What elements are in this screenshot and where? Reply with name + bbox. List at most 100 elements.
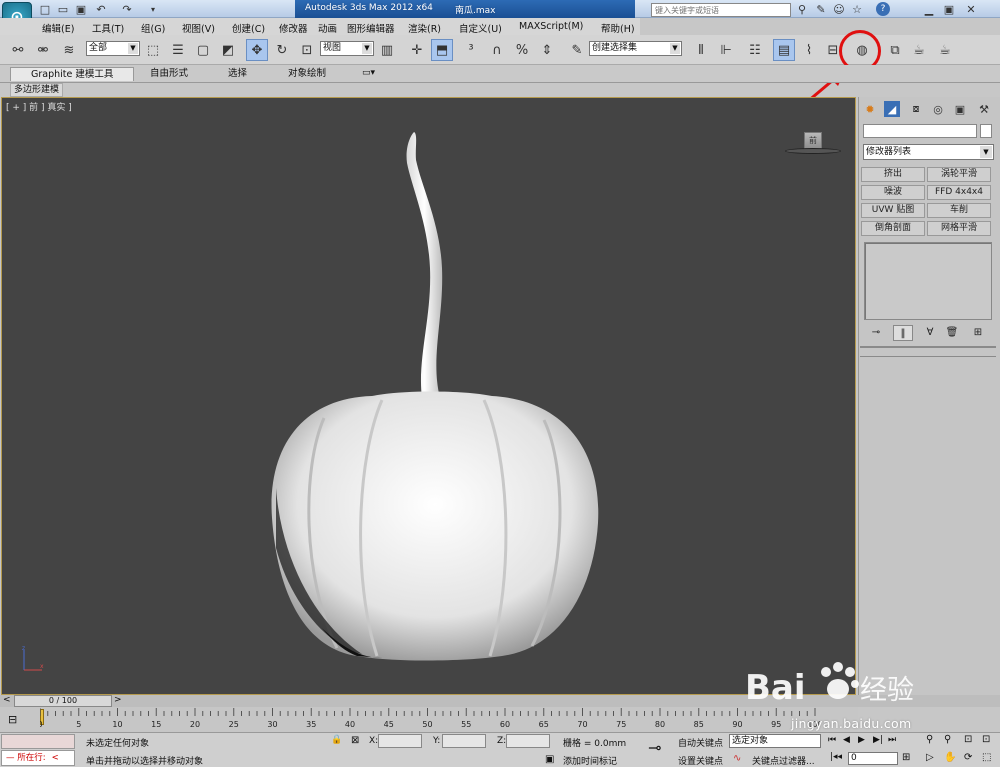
viewport-label[interactable]: [ + ] 前 ] 真实 ]: [6, 100, 72, 113]
new-file-icon[interactable]: □: [38, 2, 52, 16]
menu-maxscript[interactable]: MAXScript(M): [519, 21, 583, 32]
tab-graphite-modeling[interactable]: Graphite 建模工具: [10, 67, 134, 81]
current-frame-field[interactable]: 0: [848, 752, 898, 765]
edit-named-selection-icon[interactable]: ✎: [566, 39, 588, 61]
zoom-extents-all-icon[interactable]: ⊡: [982, 734, 990, 745]
named-selection-dropdown[interactable]: 创建选择集 ▼: [589, 41, 682, 56]
time-config-icon[interactable]: ⊞: [902, 752, 910, 763]
hierarchy-tab-icon[interactable]: ⧇: [908, 101, 924, 117]
polygon-modeling-label[interactable]: 多边形建模: [10, 83, 64, 97]
show-end-result-icon[interactable]: ‖: [893, 325, 913, 341]
undo-icon[interactable]: ↶: [94, 2, 108, 16]
open-file-icon[interactable]: ▭: [56, 2, 70, 16]
menu-create[interactable]: 创建(C): [232, 21, 265, 35]
pivot-point-icon[interactable]: ▥: [376, 39, 398, 61]
remove-modifier-icon[interactable]: 🗑: [942, 325, 962, 341]
mirror-icon[interactable]: ⫴: [690, 39, 712, 61]
zoom-extents-icon[interactable]: ⊡: [964, 734, 972, 745]
display-tab-icon[interactable]: ▣: [952, 101, 968, 117]
zoom-all-icon[interactable]: ⚲: [944, 734, 951, 745]
viewcube-ring[interactable]: [785, 148, 841, 154]
tab-freeform[interactable]: 自由形式: [146, 67, 192, 81]
tab-object-paint[interactable]: 对象绘制: [284, 67, 330, 81]
modifier-lathe-button[interactable]: 车削: [927, 203, 991, 218]
maxscript-listener[interactable]: [1, 734, 75, 749]
absolute-mode-icon[interactable]: ⊠: [351, 735, 359, 746]
ribbon-options-icon[interactable]: ▭▾: [362, 68, 375, 78]
play-icon[interactable]: ▶: [858, 735, 865, 745]
modifier-turbosmooth-button[interactable]: 涡轮平滑: [927, 167, 991, 182]
tab-selection[interactable]: 选择: [224, 67, 251, 81]
set-key-button[interactable]: 设置关键点: [678, 754, 723, 767]
help-icon[interactable]: ?: [876, 2, 890, 16]
select-and-move-icon[interactable]: ✥: [246, 39, 268, 61]
next-frame-icon[interactable]: ▶|: [873, 735, 883, 745]
select-by-name-icon[interactable]: ☰: [167, 39, 189, 61]
select-object-icon[interactable]: ⬚: [142, 39, 164, 61]
rectangular-selection-icon[interactable]: ▢: [192, 39, 214, 61]
menu-graph-editors[interactable]: 图形编辑器: [347, 21, 395, 35]
orbit-icon[interactable]: ⟳: [964, 752, 972, 763]
key-icon[interactable]: ⊸: [648, 738, 661, 757]
selection-filter-dropdown[interactable]: 全部 ▼: [86, 41, 140, 56]
restore-icon[interactable]: ▣: [942, 2, 956, 16]
object-color-swatch[interactable]: [980, 124, 992, 138]
menu-modifiers[interactable]: 修改器: [279, 21, 308, 35]
pan-icon[interactable]: ✋: [944, 752, 956, 763]
modifier-extrude-button[interactable]: 挤出: [861, 167, 925, 182]
select-and-rotate-icon[interactable]: ↻: [271, 39, 293, 61]
utilities-tab-icon[interactable]: ⚒: [976, 101, 992, 117]
render-setup-icon[interactable]: ⧉: [884, 39, 906, 61]
key-mode-icon[interactable]: ∿: [733, 753, 741, 764]
wrench-icon[interactable]: ✎: [814, 2, 828, 16]
render-production-icon[interactable]: ☕: [934, 39, 956, 61]
redo-icon[interactable]: ↷: [120, 2, 134, 16]
quick-access-dropdown-icon[interactable]: ▾: [146, 2, 160, 16]
menu-animation[interactable]: 动画: [318, 21, 337, 35]
modify-tab-icon[interactable]: ◢: [884, 101, 900, 117]
go-to-end-icon[interactable]: ⏭: [888, 735, 896, 745]
menu-edit[interactable]: 编辑(E): [42, 21, 74, 35]
add-time-tag[interactable]: 添加时间标记: [563, 754, 617, 767]
select-and-scale-icon[interactable]: ⊡: [296, 39, 318, 61]
spinner-snap-icon[interactable]: ⇕: [536, 39, 558, 61]
maximize-viewport-icon[interactable]: ⬚: [982, 752, 991, 763]
track-bar-filter-icon[interactable]: ⊟: [8, 713, 17, 726]
menu-tools[interactable]: 工具(T): [92, 21, 124, 35]
time-slider-prev-icon[interactable]: <: [3, 695, 11, 705]
search-field[interactable]: [652, 4, 790, 16]
snaps-toggle-icon[interactable]: ³: [460, 39, 482, 61]
align-icon[interactable]: ⊩: [715, 39, 737, 61]
auto-key-button[interactable]: 自动关键点: [678, 736, 723, 749]
manipulate-icon[interactable]: ✛: [406, 39, 428, 61]
time-tag-icon[interactable]: ▣: [545, 754, 554, 765]
viewcube-front-face[interactable]: 前: [804, 132, 822, 149]
go-to-start-icon[interactable]: ⏮: [828, 735, 836, 745]
maxscript-mini-listener[interactable]: — 所在行: <: [1, 750, 75, 766]
object-name-field[interactable]: [863, 124, 977, 138]
keyboard-shortcut-override-icon[interactable]: ⬒: [431, 39, 453, 61]
pin-stack-icon[interactable]: ⊸: [866, 325, 886, 341]
modifier-ffd-button[interactable]: FFD 4x4x4: [927, 185, 991, 200]
modifier-meshsmooth-button[interactable]: 网格平滑: [927, 221, 991, 236]
create-tab-icon[interactable]: ✹: [862, 101, 878, 117]
modifier-bevel-profile-button[interactable]: 倒角剖面: [861, 221, 925, 236]
z-coordinate-field[interactable]: [506, 734, 550, 748]
track-bar[interactable]: ⊟ 05101520253035404550556065707580859095…: [0, 707, 858, 732]
menu-help[interactable]: 帮助(H): [601, 21, 635, 35]
angle-snap-icon[interactable]: ∩: [486, 39, 508, 61]
prev-frame-icon[interactable]: ◀: [843, 735, 850, 745]
viewport-front[interactable]: z x 前: [1, 97, 856, 695]
menu-rendering[interactable]: 渲染(R): [408, 21, 441, 35]
y-coordinate-field[interactable]: [442, 734, 486, 748]
person-icon[interactable]: ☺: [832, 2, 846, 16]
field-of-view-icon[interactable]: ▷: [926, 752, 934, 763]
key-mode-toggle-icon[interactable]: |◂◂: [830, 752, 842, 762]
zoom-icon[interactable]: ⚲: [926, 734, 933, 745]
binoculars-icon[interactable]: ⚲: [795, 2, 809, 16]
search-input[interactable]: [651, 3, 791, 17]
configure-modifier-sets-icon[interactable]: ⊞: [968, 325, 988, 341]
bind-space-warp-icon[interactable]: ≋: [58, 39, 80, 61]
reference-coordinate-dropdown[interactable]: 视图 ▼: [320, 41, 374, 56]
modifier-noise-button[interactable]: 噪波: [861, 185, 925, 200]
